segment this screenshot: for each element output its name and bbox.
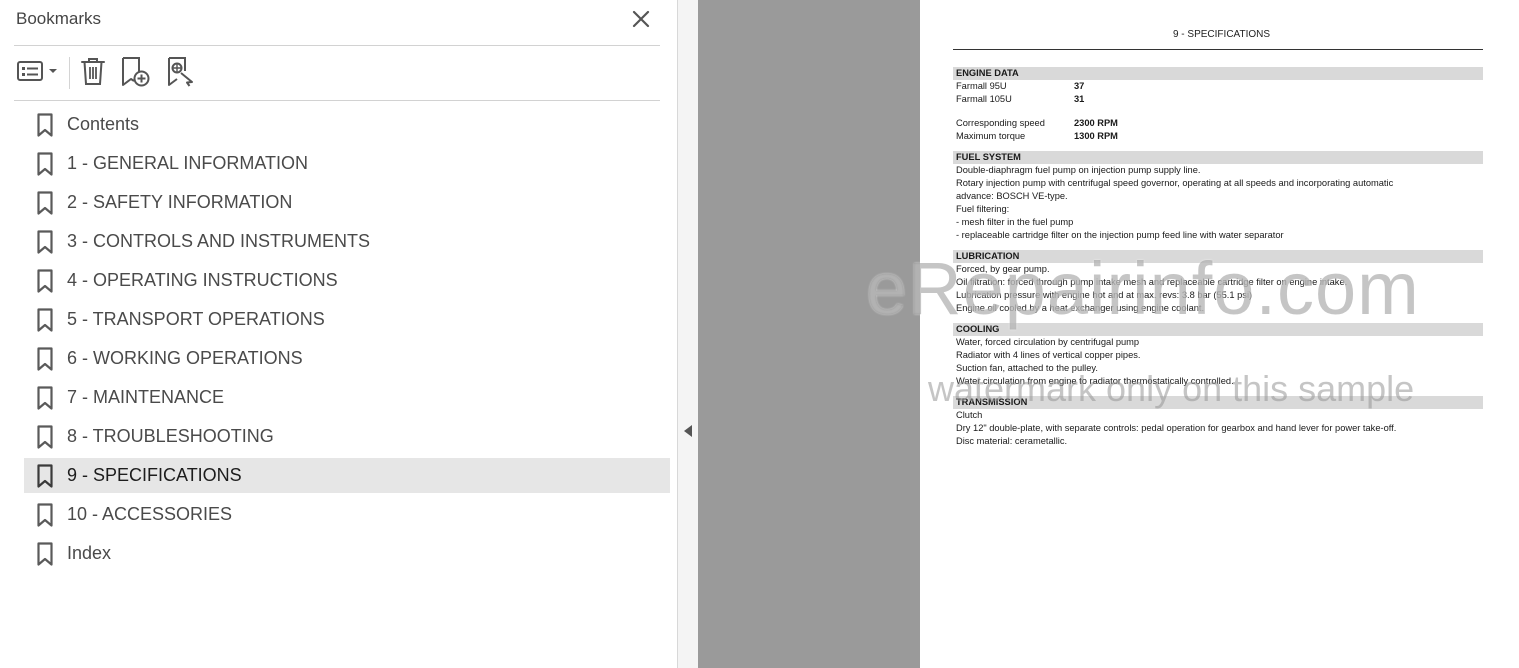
spec-value: 37	[1074, 81, 1085, 91]
text-line: Water circulation from engine to radiato…	[956, 376, 1234, 386]
bookmark-working-operations[interactable]: 6 - WORKING OPERATIONS	[24, 341, 670, 376]
bookmark-icon	[37, 151, 53, 176]
spec-key: Farmall 95U	[956, 81, 1007, 91]
text-line: Water, forced circulation by centrifugal…	[956, 337, 1140, 347]
text-line: Engine oil cooled by a heat exchanger us…	[956, 303, 1205, 313]
bookmark-icon	[37, 463, 53, 488]
page-content: ENGINE DATA Farmall 95U 37 Farmall 105U 31…	[953, 67, 1483, 448]
text-line: - mesh filter in the fuel pump	[956, 217, 1074, 227]
collapse-panel-icon[interactable]	[684, 425, 692, 437]
text-line: Rotary injection pump with centrifugal s…	[956, 178, 1394, 188]
text-line: - replaceable cartridge filter on the in…	[956, 230, 1284, 240]
close-icon	[632, 10, 650, 28]
bookmark-icon	[37, 502, 53, 527]
spec-value: 1300 RPM	[1074, 131, 1118, 141]
bookmark-list: Contents 1 - GENERAL INFORMATION 2 - SAF…	[24, 107, 670, 575]
text-line: Radiator with 4 lines of vertical copper…	[956, 350, 1141, 360]
section-heading-cooling: COOLING	[953, 323, 1483, 336]
panel-title: Bookmarks	[16, 9, 102, 28]
bookmark-label: 8 - TROUBLESHOOTING	[67, 426, 274, 446]
bookmark-specifications[interactable]: 9 - SPECIFICATIONS	[24, 458, 670, 493]
spec-key: Corresponding speed	[956, 118, 1045, 128]
find-bookmark-button[interactable]	[164, 52, 196, 90]
spec-key: Farmall 105U	[956, 94, 1012, 104]
section-heading-engine: ENGINE DATA	[953, 67, 1483, 80]
bookmark-label: 5 - TRANSPORT OPERATIONS	[67, 309, 325, 329]
document-page: 9 - SPECIFICATIONS ENGINE DATA Farmall 9…	[920, 0, 1519, 668]
bookmark-maintenance[interactable]: 7 - MAINTENANCE	[24, 380, 670, 415]
bookmark-icon	[37, 541, 53, 566]
text-line: Disc material: cerametallic.	[956, 436, 1068, 446]
panel-splitter[interactable]	[678, 0, 698, 668]
spec-key: Maximum torque	[956, 131, 1026, 141]
spec-value: 2300 RPM	[1074, 118, 1118, 128]
text-line: Double-diaphragm fuel pump on injection …	[956, 165, 1201, 175]
section-heading-lubrication: LUBRICATION	[953, 250, 1483, 263]
bookmark-label: Index	[67, 543, 112, 563]
bookmark-icon	[37, 190, 53, 215]
bookmark-icon	[37, 112, 53, 137]
bookmark-index[interactable]: Index	[24, 536, 670, 571]
spec-row: Farmall 95U 37	[953, 80, 1483, 93]
spec-row: Farmall 105U 31	[953, 93, 1483, 106]
bookmark-general-information[interactable]: 1 - GENERAL INFORMATION	[24, 146, 670, 181]
text-line: Oil filtration: forced through pump inta…	[956, 277, 1348, 287]
text-line: Lubrication pressure with engine hot and…	[956, 290, 1253, 300]
text-line: Suction fan, attached to the pulley.	[956, 363, 1098, 373]
bookmark-label: 7 - MAINTENANCE	[67, 387, 225, 407]
bookmark-label: 6 - WORKING OPERATIONS	[67, 348, 303, 368]
options-menu-button[interactable]	[14, 52, 60, 90]
section-heading-fuel: FUEL SYSTEM	[953, 151, 1483, 164]
bookmark-label: Contents	[67, 114, 140, 134]
bookmarks-toolbar	[14, 52, 660, 92]
close-panel-button[interactable]	[628, 6, 654, 32]
new-bookmark-button[interactable]	[118, 52, 152, 90]
text-line: Clutch	[956, 410, 983, 420]
bookmark-icon	[37, 307, 53, 332]
bookmark-icon	[37, 424, 53, 449]
text-line: Dry 12" double-plate, with separate cont…	[956, 423, 1397, 433]
page-header: 9 - SPECIFICATIONS	[1172, 29, 1271, 40]
bookmark-troubleshooting[interactable]: 8 - TROUBLESHOOTING	[24, 419, 670, 454]
spec-row: Corresponding speed 2300 RPM	[953, 117, 1483, 130]
bookmark-transport-operations[interactable]: 5 - TRANSPORT OPERATIONS	[24, 302, 670, 337]
bookmarks-panel: Bookmarks Contents 1 - GENERAL INFORMATI…	[0, 0, 678, 668]
bookmark-safety-information[interactable]: 2 - SAFETY INFORMATION	[24, 185, 670, 220]
bookmark-label: 2 - SAFETY INFORMATION	[67, 192, 293, 212]
toolbar-separator	[69, 57, 70, 89]
bookmark-label: 1 - GENERAL INFORMATION	[67, 153, 309, 173]
find-bookmark-icon	[168, 57, 193, 87]
bookmark-label: 10 - ACCESSORIES	[67, 504, 233, 524]
spec-row: Maximum torque 1300 RPM	[953, 130, 1483, 143]
section-heading-transmission: TRANSMISSION	[953, 396, 1483, 409]
list-options-icon	[17, 61, 57, 81]
bookmark-label: 9 - SPECIFICATIONS	[67, 465, 242, 485]
trash-icon	[81, 58, 105, 85]
bookmark-icon	[37, 346, 53, 371]
document-background	[698, 0, 920, 668]
bookmark-contents[interactable]: Contents	[24, 107, 670, 142]
header-rule	[953, 49, 1483, 50]
bookmark-icon	[37, 229, 53, 254]
text-line: Forced, by gear pump.	[956, 264, 1050, 274]
bookmark-label: 4 - OPERATING INSTRUCTIONS	[67, 270, 338, 290]
bookmark-controls-and-instruments[interactable]: 3 - CONTROLS AND INSTRUMENTS	[24, 224, 670, 259]
bookmark-accessories[interactable]: 10 - ACCESSORIES	[24, 497, 670, 532]
delete-bookmark-button[interactable]	[78, 52, 108, 90]
bookmark-label: 3 - CONTROLS AND INSTRUMENTS	[67, 231, 371, 251]
text-line: Fuel filtering:	[956, 204, 1010, 214]
spec-value: 31	[1074, 94, 1085, 104]
title-divider	[14, 45, 660, 46]
toolbar-divider	[14, 100, 660, 101]
bookmark-icon	[37, 268, 53, 293]
bookmark-icon	[37, 385, 53, 410]
add-bookmark-icon	[122, 57, 150, 87]
bookmark-operating-instructions[interactable]: 4 - OPERATING INSTRUCTIONS	[24, 263, 670, 298]
text-line: advance: BOSCH VE-type.	[956, 191, 1068, 201]
